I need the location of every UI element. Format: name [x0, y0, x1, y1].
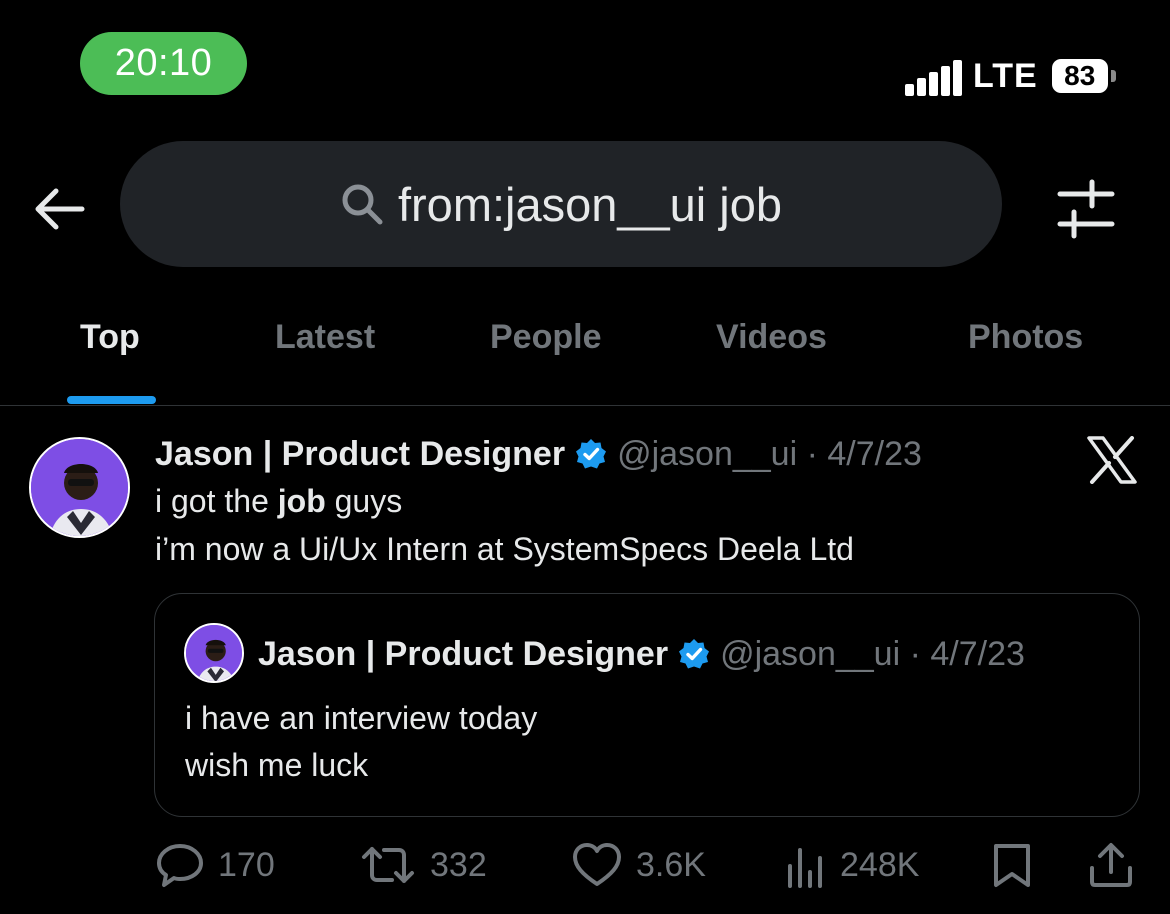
post-text-suffix: guys [325, 483, 403, 519]
reply-button[interactable]: 170 [156, 840, 275, 890]
share-icon [1088, 842, 1134, 888]
quoted-text-line-2: wish me luck [185, 747, 369, 783]
reply-icon [156, 842, 204, 888]
header-divider [0, 405, 1170, 406]
author-handle-date[interactable]: @jason__ui · 4/7/23 [617, 435, 922, 474]
post-text-line-1: i got the job guys [155, 483, 402, 520]
avatar[interactable] [29, 437, 130, 538]
quoted-post-header: Jason | Product Designer @jason__ui · 4/… [258, 632, 1025, 676]
reply-count: 170 [218, 845, 275, 884]
search-icon [340, 182, 384, 226]
share-button[interactable] [1088, 840, 1134, 890]
active-tab-indicator [67, 396, 156, 404]
back-button[interactable] [30, 180, 88, 238]
search-input[interactable]: from:jason__ui job [120, 141, 1002, 267]
post-text-prefix: i got the [155, 483, 278, 519]
repost-icon [360, 843, 416, 887]
tab-videos[interactable]: Videos [716, 318, 827, 357]
battery-level: 83 [1064, 60, 1096, 91]
back-arrow-icon [32, 187, 86, 231]
quoted-author-handle-date: @jason__ui · 4/7/23 [720, 634, 1025, 673]
status-indicators: LTE 83 [905, 52, 1116, 100]
filter-sliders-icon [1050, 178, 1120, 240]
quoted-author-name: Jason | Product Designer [258, 634, 669, 673]
like-button[interactable]: 3.6K [572, 840, 706, 890]
bookmark-icon [992, 842, 1032, 888]
views-icon [786, 842, 826, 888]
tab-people[interactable]: People [490, 318, 601, 357]
bookmark-button[interactable] [992, 840, 1032, 890]
views-button[interactable]: 248K [786, 840, 919, 890]
verified-badge-icon [678, 638, 710, 670]
repost-count: 332 [430, 845, 487, 884]
tab-photos[interactable]: Photos [968, 318, 1083, 357]
like-icon [572, 842, 622, 888]
search-filters-button[interactable] [1050, 178, 1120, 240]
search-query-text: from:jason__ui job [397, 177, 783, 231]
author-name[interactable]: Jason | Product Designer [155, 435, 565, 474]
quoted-text-line-1: i have an interview today [185, 700, 538, 736]
like-count: 3.6K [636, 845, 706, 884]
network-type: LTE [973, 56, 1038, 95]
signal-strength-icon [905, 56, 962, 96]
tab-top[interactable]: Top [80, 318, 140, 357]
verified-badge-icon [575, 438, 607, 470]
tab-latest[interactable]: Latest [275, 318, 375, 357]
post-header: Jason | Product Designer @jason__ui · 4/… [155, 432, 922, 476]
views-count: 248K [840, 845, 920, 884]
repost-button[interactable]: 332 [360, 840, 487, 890]
quoted-avatar [184, 623, 244, 683]
battery-icon: 83 [1051, 59, 1116, 93]
post-text-line-2: i’m now a Ui/Ux Intern at SystemSpecs De… [155, 531, 854, 567]
status-time: 20:10 [80, 32, 247, 95]
x-logo-icon[interactable] [1086, 436, 1138, 484]
post-text-highlight: job [277, 483, 326, 519]
